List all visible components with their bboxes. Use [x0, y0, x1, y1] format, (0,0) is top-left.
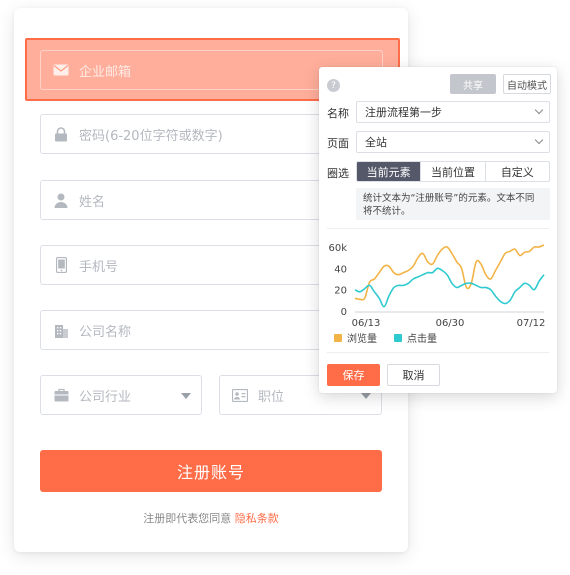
chevron-down-icon: [181, 393, 191, 399]
circle-label: 圈选: [327, 167, 349, 180]
divider: [327, 352, 549, 353]
legend-item-views: 浏览量: [334, 330, 377, 345]
series-line-clicks: [354, 267, 545, 308]
page-select[interactable]: 全站: [356, 131, 550, 153]
x-tick-label: 06/13: [352, 318, 381, 328]
cancel-button[interactable]: 取消: [387, 364, 440, 386]
id-card-icon: [232, 387, 248, 403]
chevron-down-icon: [534, 135, 544, 145]
y-tick-label: 40: [334, 264, 347, 275]
agreement-text: 注册即代表您同意 隐私条款: [40, 510, 382, 526]
x-tick-label: 06/30: [436, 318, 465, 328]
y-tick-label: 20: [334, 286, 347, 297]
page-value: 全站: [365, 136, 387, 149]
event-name-value: 注册流程第一步: [365, 106, 442, 119]
lock-icon: [53, 126, 69, 142]
tracking-config-panel: ? 共享 自动模式 名称 注册流程第一步 页面 全站 圈选 当前元素 当前位置 …: [319, 67, 557, 393]
legend-label-clicks: 点击量: [407, 334, 437, 345]
legend-swatch-views: [334, 333, 342, 342]
password-placeholder: 密码(6-20位字符或数字): [79, 128, 223, 144]
save-button[interactable]: 保存: [327, 364, 380, 386]
name-label: 名称: [327, 107, 349, 120]
divider: [327, 228, 549, 229]
rule-note: 统计文本为“注册账号”的元素。文本不同将不统计。: [356, 188, 550, 220]
name-placeholder: 姓名: [79, 194, 106, 210]
industry-select[interactable]: 公司行业: [40, 375, 202, 415]
briefcase-icon: [53, 387, 69, 403]
chevron-down-icon: [361, 393, 371, 399]
help-icon[interactable]: ?: [327, 79, 340, 92]
legend-item-clicks: 点击量: [394, 330, 437, 345]
x-tick-label: 07/12: [517, 318, 546, 328]
event-name-select[interactable]: 注册流程第一步: [356, 101, 550, 123]
y-tick-label: 0: [341, 307, 347, 318]
circle-mode-segmented-control: 当前元素 当前位置 自定义: [356, 161, 550, 182]
trend-chart: 60k 40 20 0 06/13 06/30 07/12: [328, 243, 546, 328]
industry-placeholder: 公司行业: [79, 389, 132, 405]
segment-current-element[interactable]: 当前元素: [357, 162, 421, 181]
privacy-link[interactable]: 隐私条款: [235, 512, 279, 525]
segment-custom[interactable]: 自定义: [484, 162, 549, 181]
position-placeholder: 职位: [258, 389, 285, 405]
email-placeholder: 企业邮箱: [79, 64, 132, 80]
phone-placeholder: 手机号: [79, 259, 119, 275]
page-label: 页面: [327, 137, 349, 150]
register-button[interactable]: 注册账号: [40, 450, 382, 492]
phone-icon: [53, 257, 69, 273]
auto-mode-button[interactable]: 自动模式: [503, 74, 551, 94]
user-icon: [53, 192, 69, 208]
segment-current-position[interactable]: 当前位置: [420, 162, 484, 181]
legend-label-views: 浏览量: [347, 334, 377, 345]
chevron-down-icon: [534, 105, 544, 115]
y-tick-label: 60k: [328, 243, 347, 254]
agreement-prefix: 注册即代表您同意: [143, 512, 232, 525]
building-icon: [53, 322, 69, 338]
legend-swatch-clicks: [394, 333, 402, 342]
company-placeholder: 公司名称: [79, 324, 132, 340]
envelope-icon: [53, 62, 69, 78]
share-button[interactable]: 共享: [450, 74, 496, 94]
